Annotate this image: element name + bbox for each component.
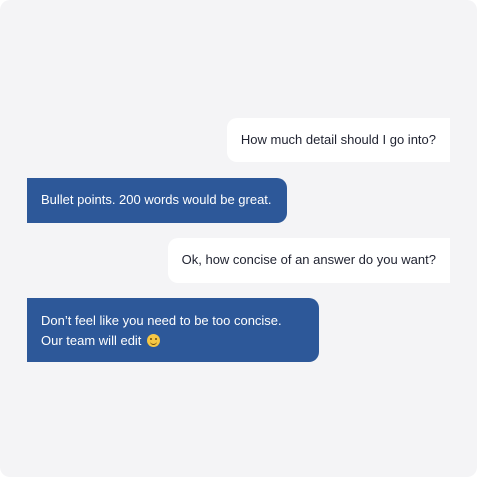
incoming-message-bubble: Bullet points. 200 words would be great.: [27, 178, 287, 223]
outgoing-message-bubble: How much detail should I go into?: [226, 118, 450, 162]
message-text: Ok, how concise of an answer do you want…: [181, 252, 436, 267]
outgoing-message-bubble: Ok, how concise of an answer do you want…: [167, 238, 450, 283]
smiling-face-emoji-icon: [147, 334, 161, 347]
message-text: How much detail should I go into?: [240, 132, 436, 147]
message-text: Don’t feel like you need to be too conci…: [41, 313, 282, 348]
incoming-message-bubble: Don’t feel like you need to be too conci…: [27, 298, 319, 362]
message-text: Bullet points. 200 words would be great.: [41, 192, 272, 207]
chat-conversation: How much detail should I go into? Bullet…: [0, 0, 477, 477]
